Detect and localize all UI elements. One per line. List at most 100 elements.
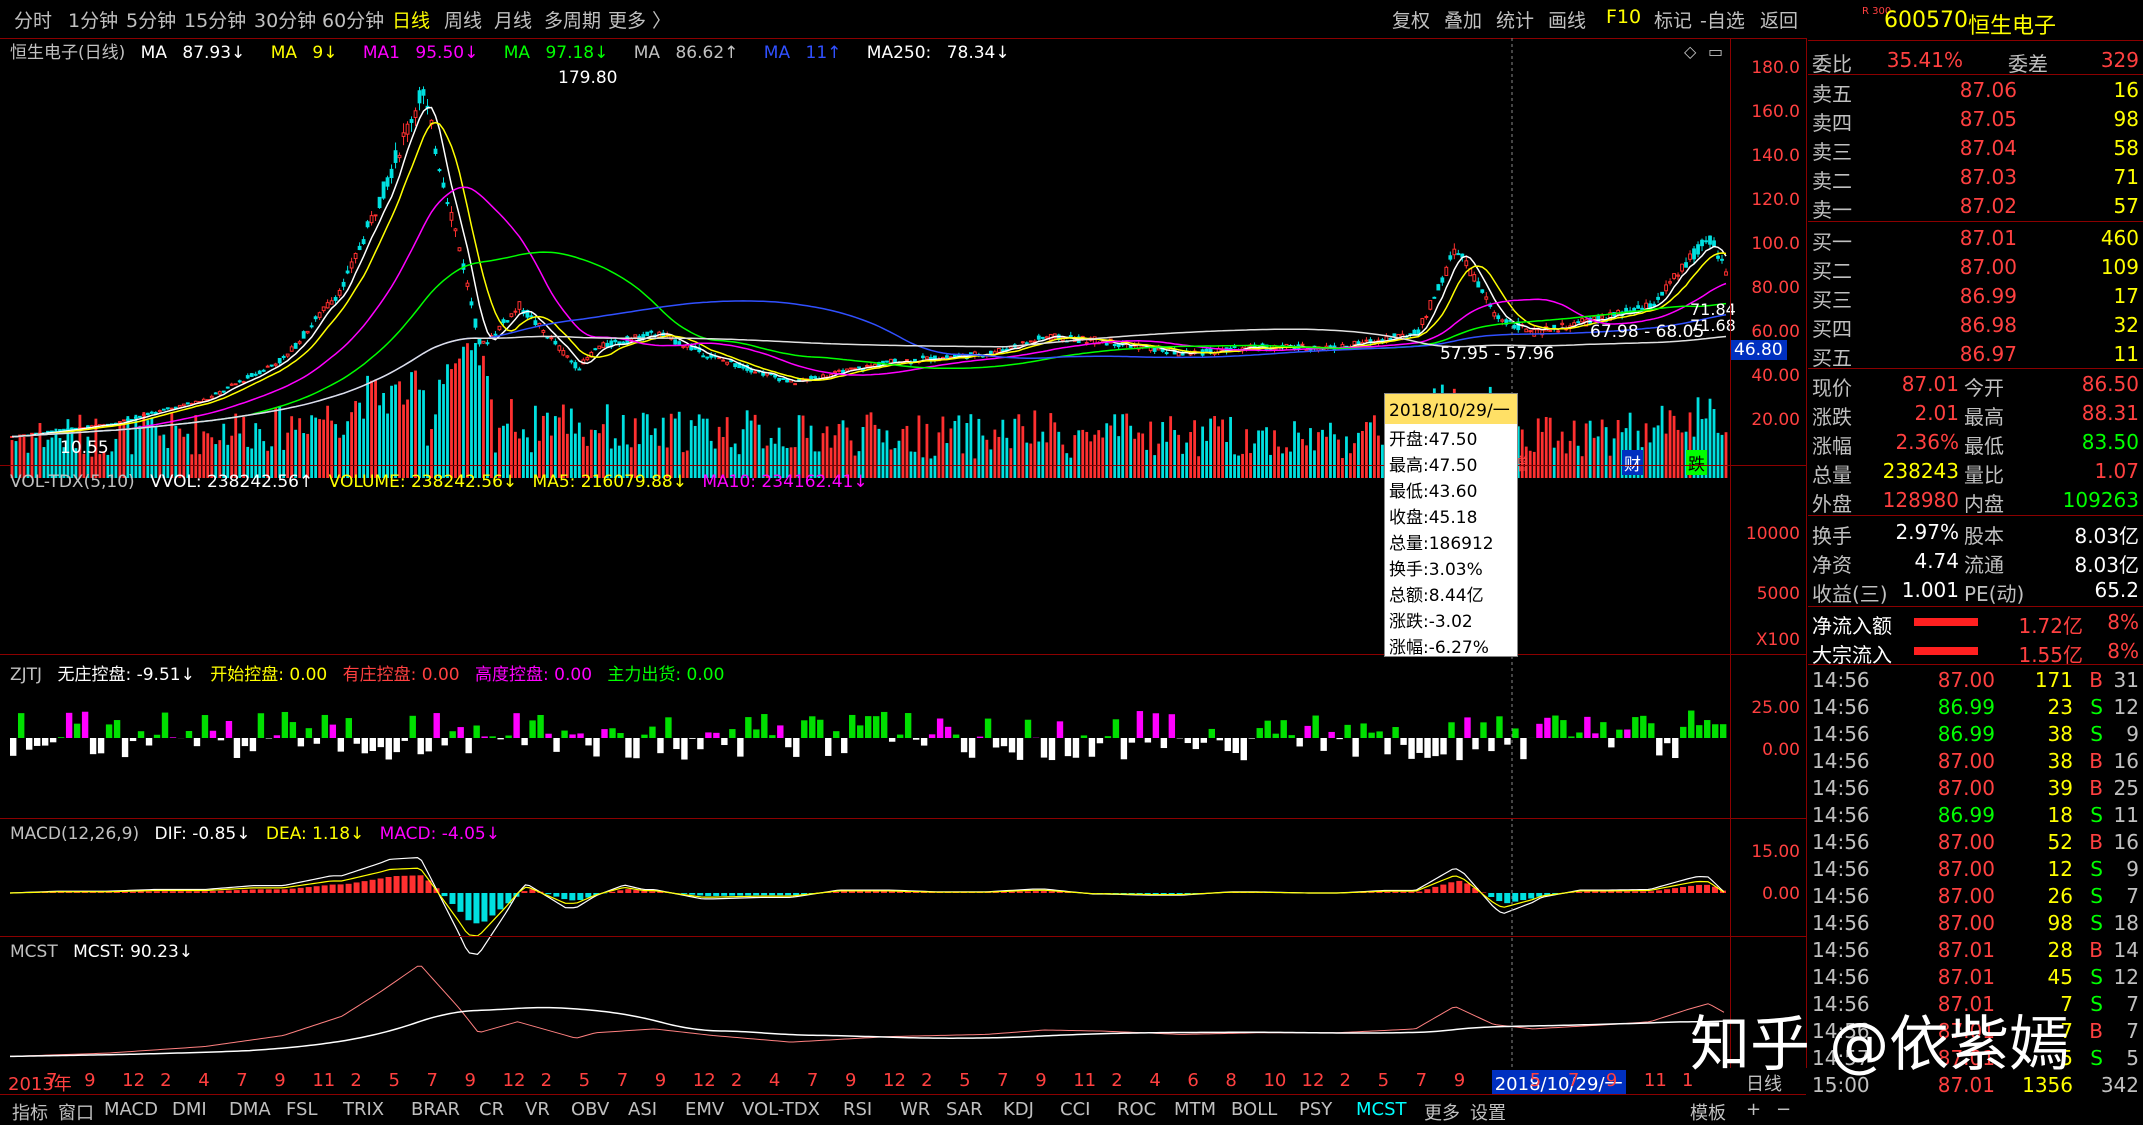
add-pane-button[interactable]: + — [1746, 1099, 1761, 1120]
indicator-tab-12[interactable]: EMV — [685, 1099, 724, 1120]
macd-bar — [1664, 889, 1670, 893]
period-tab-weekly[interactable]: 周线 — [444, 6, 482, 33]
date-tick: 2 — [160, 1070, 171, 1091]
indicator-tab-2[interactable]: MACD — [104, 1099, 158, 1120]
indicator-tab-15[interactable]: WR — [900, 1099, 930, 1120]
fuquan-button[interactable]: 复权 — [1392, 6, 1430, 33]
volume-bar — [1125, 414, 1128, 478]
tick-volume: 28 — [2048, 938, 2073, 962]
candle-body — [1421, 319, 1424, 325]
macd-bar — [705, 893, 711, 896]
period-tab-monthly[interactable]: 月线 — [494, 6, 532, 33]
remove-pane-button[interactable]: − — [1776, 1099, 1791, 1120]
zjtj-bar — [170, 737, 176, 738]
date-tick: 2 — [1340, 1070, 1351, 1091]
indicator-tab-18[interactable]: CCI — [1060, 1099, 1090, 1120]
indicator-tab-1[interactable]: 窗口 — [58, 1099, 94, 1125]
volume-bar — [634, 418, 637, 478]
volume-bar — [326, 406, 329, 478]
indicator-tab-24[interactable]: 更多 — [1424, 1099, 1460, 1125]
indicator-tab-9[interactable]: VR — [525, 1099, 550, 1120]
indicator-tab-16[interactable]: SAR — [946, 1099, 983, 1120]
indicator-tab-19[interactable]: ROC — [1117, 1099, 1156, 1120]
indicator-tab-13[interactable]: VOL-TDX — [742, 1099, 820, 1120]
candle-body — [1577, 322, 1580, 323]
zjtj-bar — [1097, 738, 1103, 743]
period-tab-more[interactable]: 更多 〉 — [608, 6, 671, 33]
diamond-icon[interactable]: ◇ — [1684, 42, 1696, 61]
window-icon[interactable]: ▭ — [1708, 42, 1723, 61]
macd-bar — [306, 887, 312, 893]
tick-time: 14:56 — [1812, 776, 1870, 800]
date-tick: 5 — [1530, 1070, 1541, 1091]
f10-button[interactable]: F10 — [1606, 6, 1641, 28]
indicator-tab-8[interactable]: CR — [479, 1099, 504, 1120]
zjtj-bar — [1257, 728, 1263, 738]
candle-body — [386, 178, 389, 186]
indicator-tab-23[interactable]: MCST — [1356, 1099, 1407, 1120]
zjtj-bar — [1592, 733, 1598, 738]
indicator-tab-4[interactable]: DMA — [229, 1099, 271, 1120]
period-tab-daily[interactable]: 日线 — [392, 6, 430, 33]
draw-button[interactable]: 画线 — [1548, 6, 1586, 33]
volume-bar — [1285, 447, 1288, 478]
indicator-tab-11[interactable]: ASI — [628, 1099, 657, 1120]
period-tab-15min[interactable]: 15分钟 — [184, 6, 246, 33]
period-tab-60min[interactable]: 60分钟 — [322, 6, 384, 33]
tick-count: 12 — [2114, 965, 2139, 989]
zjtj-bar — [1632, 717, 1638, 738]
stats-button[interactable]: 统计 — [1496, 6, 1534, 33]
period-tab-30min[interactable]: 30分钟 — [254, 6, 316, 33]
indicator-tab-5[interactable]: FSL — [286, 1099, 318, 1120]
event-mark-die[interactable]: 跌 — [1686, 450, 1707, 475]
candle-body — [1113, 344, 1116, 345]
kline-chart-svg[interactable] — [0, 38, 1806, 1068]
indicator-tab-14[interactable]: RSI — [843, 1099, 872, 1120]
event-mark-cai[interactable]: 财 — [1622, 450, 1643, 475]
zjtj-bar — [1560, 720, 1566, 738]
macd-dea-line — [10, 868, 1724, 936]
zjtj-bar — [497, 738, 503, 739]
period-tab-1min[interactable]: 1分钟 — [68, 6, 118, 33]
candle-body — [502, 320, 505, 323]
indicator-tab-10[interactable]: OBV — [571, 1099, 609, 1120]
candle-body — [302, 332, 305, 338]
watchlist-button[interactable]: -自选 — [1700, 6, 1745, 33]
indicator-tab-6[interactable]: TRIX — [343, 1099, 384, 1120]
zjtj-bar — [154, 735, 160, 738]
volume-bar — [1645, 423, 1648, 478]
zjtj-bar — [18, 713, 24, 738]
volume-bar — [1133, 439, 1136, 478]
indicator-tab-3[interactable]: DMI — [172, 1099, 207, 1120]
zjtj-bar — [1081, 735, 1087, 738]
indicator-tab-0[interactable]: 指标 — [12, 1099, 48, 1125]
flow-bar — [1914, 647, 1978, 655]
volume-bar — [1353, 443, 1356, 478]
period-tab-multi[interactable]: 多周期 — [544, 6, 601, 33]
indicator-tab-25[interactable]: 设置 — [1470, 1099, 1506, 1125]
indicator-tab-7[interactable]: BRAR — [411, 1099, 460, 1120]
tick-side: S — [2090, 857, 2103, 881]
volume-bar — [1369, 422, 1372, 478]
back-button[interactable]: 返回 — [1760, 6, 1798, 33]
indicator-tab-21[interactable]: BOLL — [1231, 1099, 1277, 1120]
fund-label: 净资 — [1812, 549, 1852, 578]
indicator-tab-22[interactable]: PSY — [1299, 1099, 1332, 1120]
zjtj-bar — [146, 738, 152, 746]
volume-bar — [134, 415, 137, 478]
vvol-value: VVOL: 238242.56↑ — [150, 472, 313, 492]
candle-body — [466, 283, 469, 286]
volume-bar — [258, 429, 261, 478]
period-tab-5min[interactable]: 5分钟 — [126, 6, 176, 33]
mark-button[interactable]: 标记 — [1654, 6, 1692, 33]
template-button[interactable]: 模板 — [1690, 1099, 1726, 1125]
overlay-button[interactable]: 叠加 — [1444, 6, 1482, 33]
indicator-tab-17[interactable]: KDJ — [1003, 1099, 1034, 1120]
chart-area[interactable]: 恒生电子(日线) MA 87.93↓ MA 9↓ MA1 95.50↓ MA 9… — [0, 38, 1806, 1068]
volume-bar — [946, 443, 949, 478]
zjtj-bar — [1608, 738, 1614, 747]
indicator-tab-20[interactable]: MTM — [1174, 1099, 1216, 1120]
period-tab-fenshi[interactable]: 分时 — [14, 6, 52, 33]
volume-bar — [1069, 458, 1072, 478]
candle-body — [178, 405, 181, 407]
